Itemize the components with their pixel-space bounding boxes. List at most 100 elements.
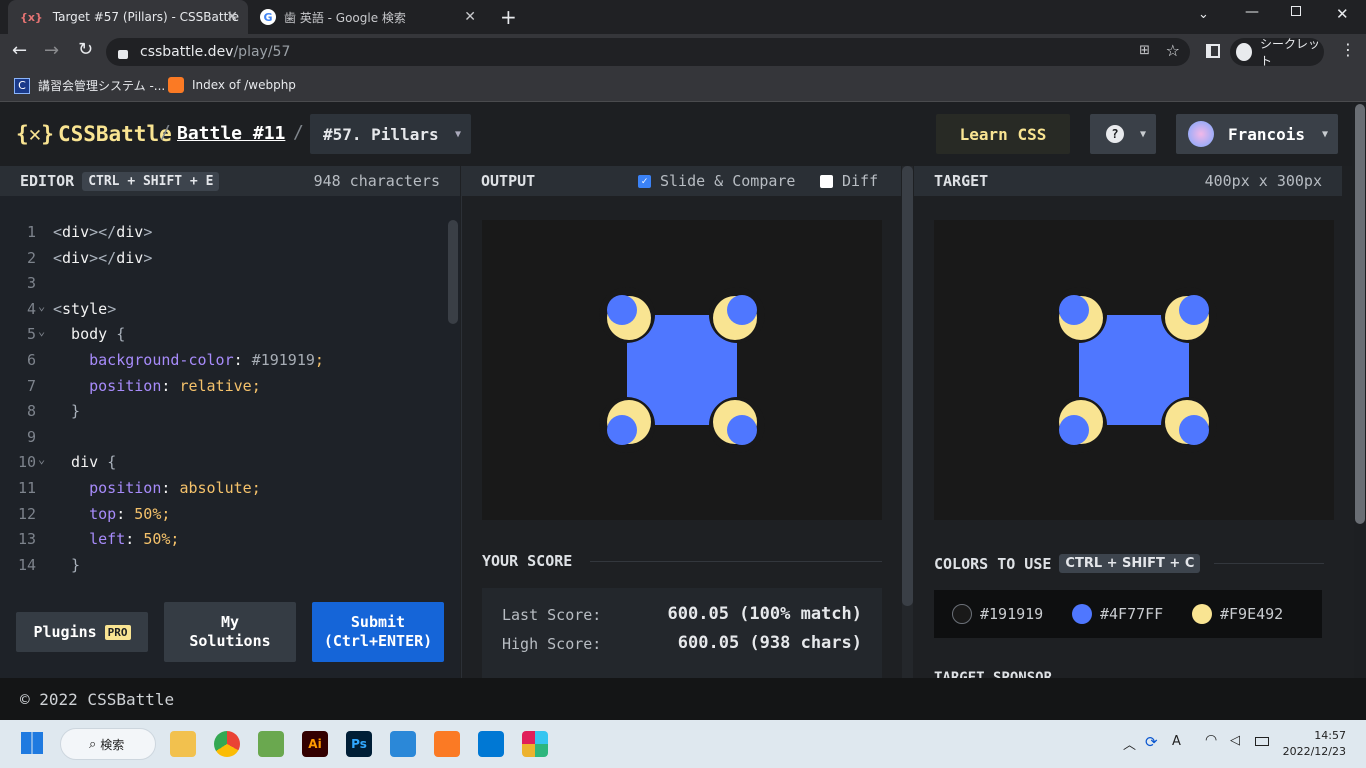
close-tab-icon[interactable]: ✕ (226, 9, 238, 25)
panel-scrollbar-thumb[interactable] (902, 166, 913, 606)
code-line[interactable]: 7 position: relative; (0, 374, 440, 399)
chevron-down-icon: ▼ (454, 128, 461, 140)
fold-chevron-icon[interactable]: ⌄ (38, 294, 45, 319)
close-tab-icon[interactable]: ✕ (464, 9, 476, 25)
plugins-button[interactable]: Plugins PRO (16, 612, 148, 652)
battery-icon[interactable] (1255, 737, 1269, 746)
line-number: 8 (26, 402, 36, 421)
app-icon[interactable] (258, 731, 284, 757)
code-line[interactable]: 13 left: 50%; (0, 527, 440, 552)
code-line[interactable]: 3 (0, 271, 440, 296)
char-count: 948 characters (313, 172, 440, 190)
xampp-icon[interactable] (434, 731, 460, 757)
slide-compare-checkbox[interactable]: ✓ (638, 174, 651, 188)
code-token: > (143, 223, 153, 241)
color-dot (952, 604, 972, 624)
code-line[interactable]: 6 background-color: #191919; (0, 348, 440, 373)
code-token: absolute (179, 479, 252, 497)
code-token: : (233, 351, 252, 369)
code-text: position: relative; (53, 374, 261, 399)
breadcrumb-separator: / (293, 122, 304, 143)
reload-icon[interactable]: ↻ (78, 39, 93, 60)
help-dropdown[interactable]: ? ▼ (1090, 114, 1156, 154)
bookmark-item[interactable]: C 講習会管理システム -... (14, 77, 165, 94)
incognito-badge[interactable]: シークレット (1230, 37, 1324, 68)
diff-label[interactable]: Diff (842, 172, 878, 190)
slack-icon[interactable] (522, 731, 548, 757)
color-swatch[interactable]: #191919 (952, 604, 1043, 624)
code-line[interactable]: 11 position: absolute; (0, 476, 440, 501)
chevron-up-icon[interactable]: ︿ (1123, 734, 1136, 753)
close-window-icon[interactable]: ✕ (1336, 5, 1349, 23)
ime-icon[interactable]: A (1172, 734, 1181, 749)
target-selector-dropdown[interactable]: #57. Pillars ▼ (310, 114, 471, 154)
translate-icon[interactable]: ⊞ (1139, 43, 1150, 58)
file-explorer-icon[interactable] (170, 731, 196, 757)
slide-compare-label[interactable]: Slide & Compare (660, 172, 795, 190)
code-line[interactable]: 2 <div></div> (0, 246, 440, 271)
chevron-down-icon: ▼ (1321, 128, 1328, 140)
wifi-icon[interactable]: ◠ (1205, 732, 1217, 748)
code-line[interactable]: 12 top: 50%; (0, 502, 440, 527)
learn-css-button[interactable]: Learn CSS (936, 114, 1070, 154)
editor-shortcut: CTRL + SHIFT + E (82, 171, 220, 191)
code-line[interactable]: 1 <div></div> (0, 220, 440, 245)
tab-cssbattle[interactable]: {x} Target #57 (Pillars) - CSSBattle ✕ (8, 0, 248, 34)
fold-chevron-icon[interactable]: ⌄ (38, 319, 45, 344)
my-solutions-button[interactable]: My Solutions (164, 602, 296, 662)
code-token: left (53, 530, 126, 549)
color-swatch[interactable]: #F9E492 (1192, 604, 1283, 624)
side-panel-icon[interactable] (1206, 44, 1220, 58)
fold-chevron-icon[interactable]: ⌄ (38, 447, 45, 472)
diff-checkbox[interactable] (820, 174, 833, 188)
clock-date[interactable]: 2022/12/23 (1283, 745, 1346, 758)
breadcrumb-battle-link[interactable]: Battle #11 (177, 123, 285, 144)
code-line[interactable]: 10 ⌄ div { (0, 450, 440, 475)
windows-start-icon[interactable] (21, 732, 43, 754)
score-box: Last Score: 600.05 (100% match) High Sco… (482, 588, 882, 678)
clock-time[interactable]: 14:57 (1314, 729, 1346, 742)
illustrator-icon[interactable]: Ai (302, 731, 328, 757)
code-text: } (53, 553, 80, 578)
output-canvas[interactable] (482, 220, 882, 520)
page-scrollbar[interactable] (1354, 102, 1366, 686)
back-icon[interactable]: ← (12, 40, 27, 61)
code-token: 50% (134, 504, 162, 523)
notepad-icon[interactable] (390, 731, 416, 757)
site-logo[interactable]: {✕} CSSBattle (16, 122, 172, 146)
code-line[interactable]: 5 ⌄ body { (0, 322, 440, 347)
forward-icon[interactable]: → (44, 40, 59, 61)
code-line[interactable]: 4 ⌄ <style> (0, 297, 440, 322)
chrome-icon[interactable] (214, 731, 240, 757)
color-swatch[interactable]: #4F77FF (1072, 604, 1163, 624)
editor-scrollbar[interactable] (448, 220, 458, 324)
tab-google[interactable]: G 歯 英語 - Google 検索 ✕ (250, 0, 486, 34)
bookmark-star-icon[interactable]: ☆ (1166, 41, 1180, 60)
user-menu[interactable]: Francois ▼ (1176, 114, 1338, 154)
color-dot (1192, 604, 1212, 624)
tab-search-icon[interactable]: ⌄ (1198, 7, 1209, 22)
code-line[interactable]: 9 (0, 425, 440, 450)
panel-scrollbar[interactable] (902, 166, 913, 678)
menu-icon[interactable]: ⋮ (1340, 40, 1356, 59)
editor-header: EDITOR CTRL + SHIFT + E 948 characters (0, 166, 460, 196)
code-line[interactable]: 14 } (0, 553, 440, 578)
taskbar-search[interactable]: ⌕ 検索 (60, 728, 156, 760)
new-tab-icon[interactable]: + (500, 5, 517, 29)
vscode-icon[interactable] (478, 731, 504, 757)
line-number: 12 (17, 504, 36, 523)
page-scrollbar-thumb[interactable] (1355, 104, 1365, 524)
volume-icon[interactable]: ◁ (1230, 733, 1240, 748)
code-text: left: 50%; (53, 527, 179, 552)
tab-title: Target #57 (Pillars) - CSSBattle (52, 10, 240, 24)
sync-icon[interactable]: ⟳ (1145, 733, 1158, 751)
bookmark-label: 講習会管理システム -... (38, 79, 166, 93)
address-bar[interactable]: cssbattle.dev/play/57 ⊞ ☆ (106, 38, 1190, 66)
target-header: TARGET 400px x 300px (914, 166, 1342, 196)
photoshop-icon[interactable]: Ps (346, 731, 372, 757)
restore-icon[interactable] (1291, 6, 1301, 16)
code-line[interactable]: 8 } (0, 399, 440, 424)
submit-button[interactable]: Submit (Ctrl+ENTER) (312, 602, 444, 662)
bookmark-item[interactable]: Index of /webphp (168, 77, 296, 93)
minimize-icon[interactable]: — (1245, 4, 1259, 20)
